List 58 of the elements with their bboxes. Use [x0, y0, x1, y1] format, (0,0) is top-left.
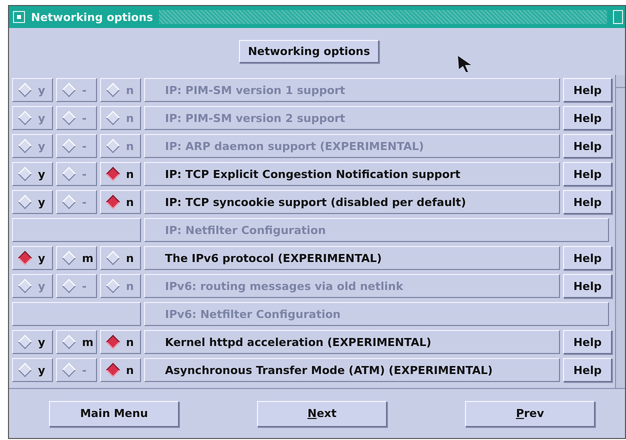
radio-option[interactable]: y — [12, 162, 53, 186]
radio-label: y — [38, 336, 46, 348]
radio-label: n — [126, 140, 134, 152]
radio-label: - — [82, 196, 87, 208]
option-label: IP: TCP syncookie support (disabled per default) — [144, 190, 560, 214]
radio-label: y — [38, 280, 46, 292]
radio-label: n — [126, 252, 134, 264]
radio-label: - — [82, 84, 87, 96]
option-label: IP: TCP Explicit Congestion Notification support — [144, 162, 560, 186]
help-button[interactable]: Help — [563, 190, 612, 214]
radio-option[interactable]: m — [56, 246, 97, 270]
option-label: IP: PIM-SM version 1 support — [144, 78, 560, 102]
section-button[interactable]: Networking options — [238, 40, 380, 63]
help-button[interactable]: Help — [563, 162, 612, 186]
option-label: IP: ARP daemon support (EXPERIMENTAL) — [144, 134, 560, 158]
radio-label: y — [38, 364, 46, 376]
option-label: IP: PIM-SM version 2 support — [144, 106, 560, 130]
radio-label: - — [82, 280, 87, 292]
window-title: Networking options — [31, 10, 154, 24]
radio-option[interactable]: m — [56, 330, 97, 354]
radio-label: y — [38, 168, 46, 180]
option-label: The IPv6 protocol (EXPERIMENTAL) — [144, 246, 560, 270]
radio-label: - — [82, 112, 87, 124]
radio-option[interactable]: y — [12, 358, 53, 382]
radio-label: n — [126, 84, 134, 96]
radio-label: y — [38, 112, 46, 124]
radio-label: n — [126, 280, 134, 292]
radio-label: - — [82, 140, 87, 152]
radio-label: y — [38, 84, 46, 96]
radio-label: y — [38, 196, 46, 208]
radio-label: m — [82, 336, 94, 348]
radio-label: n — [126, 336, 134, 348]
radio-label: - — [82, 168, 87, 180]
option-label: Asynchronous Transfer Mode (ATM) (EXPERIMENTAL) — [144, 358, 560, 382]
radio-label: y — [38, 252, 46, 264]
radio-label: n — [126, 112, 134, 124]
radio-label: - — [82, 364, 87, 376]
radio-option[interactable]: y — [12, 190, 53, 214]
radio-option[interactable]: n — [100, 162, 141, 186]
help-button[interactable]: Help — [563, 246, 612, 270]
nav-button[interactable]: Next — [257, 400, 387, 426]
radio-option[interactable]: n — [100, 190, 141, 214]
option-label: IPv6: routing messages via old netlink — [144, 274, 560, 298]
radio-option[interactable]: n — [100, 330, 141, 354]
nav-button[interactable]: Prev — [465, 400, 595, 426]
radio-option[interactable]: y — [12, 330, 53, 354]
help-button[interactable]: Help — [563, 330, 612, 354]
radio-option[interactable]: n — [100, 246, 141, 270]
help-button[interactable]: Help — [563, 358, 612, 382]
radio-label: y — [38, 140, 46, 152]
nav-button[interactable]: Main Menu — [49, 400, 179, 426]
radio-label: n — [126, 364, 134, 376]
option-label: Kernel httpd acceleration (EXPERIMENTAL) — [144, 330, 560, 354]
radio-option[interactable]: y — [12, 246, 53, 270]
radio-option[interactable]: n — [100, 358, 141, 382]
radio-label: m — [82, 252, 94, 264]
radio-label: n — [126, 196, 134, 208]
radio-label: n — [126, 168, 134, 180]
